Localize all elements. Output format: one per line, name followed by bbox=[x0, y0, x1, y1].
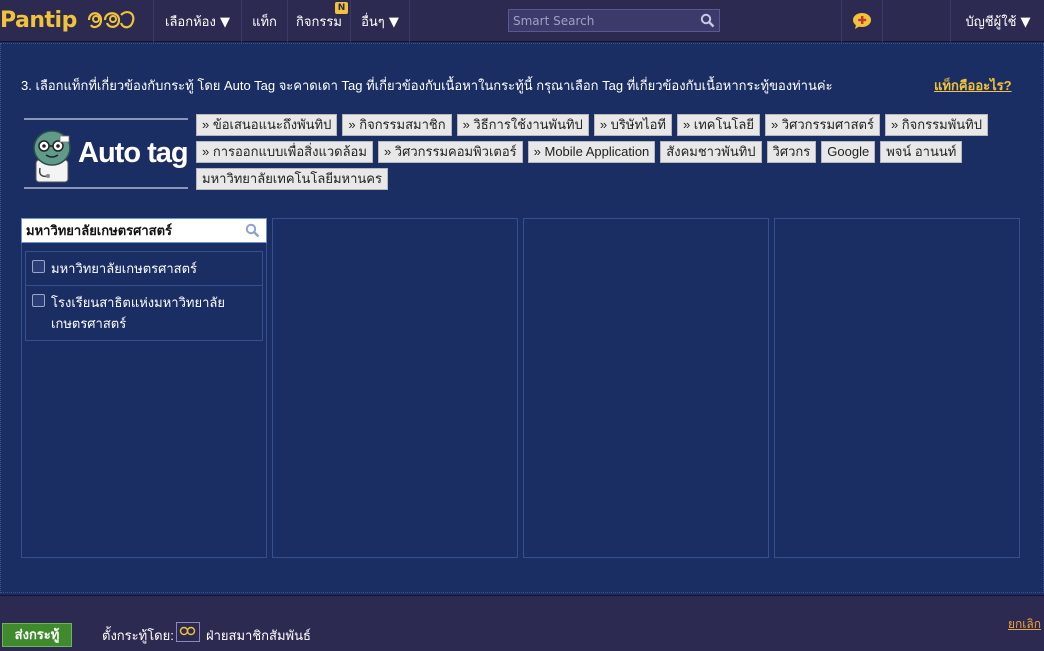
tag-button[interactable]: พจน์ อานนท์ bbox=[880, 141, 963, 163]
tag-search-box[interactable] bbox=[21, 218, 267, 243]
username[interactable]: ฝ่ายสมาชิกสัมพันธ์ bbox=[206, 625, 311, 646]
tag-result-item[interactable]: โรงเรียนสาธิตแห่งมหาวิทยาลัย เกษตรศาสตร์ bbox=[26, 286, 262, 340]
tag-column-3 bbox=[523, 218, 769, 558]
tag-result-item[interactable]: มหาวิทยาลัยเกษตรศาสตร์ bbox=[26, 252, 262, 286]
tag-button[interactable]: วิศวกร bbox=[766, 141, 817, 163]
tag-search-input[interactable] bbox=[22, 219, 238, 242]
doctor-mascot-icon bbox=[33, 129, 71, 182]
nav-select-room[interactable]: เลือกห้อง ▼ bbox=[153, 0, 241, 42]
tag-button[interactable]: » วิศวกรรมคอมพิวเตอร์ bbox=[377, 141, 523, 163]
account-menu-label: บัญชีผู้ใช้ ▼ bbox=[965, 14, 1031, 30]
tag-button[interactable]: » เทคโนโลยี bbox=[676, 114, 760, 136]
nav-select-room-label: เลือกห้อง ▼ bbox=[165, 14, 230, 30]
tag-checkbox[interactable] bbox=[32, 294, 45, 307]
nav-more-label: อื่นๆ ▼ bbox=[361, 14, 399, 30]
search-icon[interactable] bbox=[700, 13, 715, 28]
smart-search[interactable] bbox=[508, 9, 720, 32]
posted-by-label: ตั้งกระทู้โดย: bbox=[102, 628, 174, 643]
new-topic-button[interactable] bbox=[841, 0, 883, 42]
tag-column-4 bbox=[774, 218, 1020, 558]
search-icon[interactable] bbox=[245, 223, 260, 238]
suggested-tags: » ข้อเสนอแนะถึงพันทิป » กิจกรรมสมาชิก » … bbox=[196, 114, 1026, 195]
monkey-logo-icon bbox=[87, 11, 135, 29]
what-is-tag-link[interactable]: แท็กคืออะไร? bbox=[934, 75, 1012, 96]
header-spacer bbox=[883, 0, 951, 42]
tag-checkbox[interactable] bbox=[32, 260, 45, 273]
new-badge: N bbox=[335, 2, 348, 14]
tag-button[interactable]: » กิจกรรมสมาชิก bbox=[342, 114, 452, 136]
tag-button[interactable]: สังคมชาวพันทิป bbox=[660, 141, 762, 163]
tag-button[interactable]: Google bbox=[821, 141, 876, 163]
smart-search-input[interactable] bbox=[509, 10, 694, 31]
account-menu[interactable]: บัญชีผู้ใช้ ▼ bbox=[952, 0, 1044, 42]
cancel-link[interactable]: ยกเลิก bbox=[1008, 615, 1041, 634]
tag-result-label: มหาวิทยาลัยเกษตรศาสตร์ bbox=[51, 261, 198, 276]
submit-topic-button[interactable]: ส่งกระทู้ bbox=[2, 623, 72, 647]
tag-column-2 bbox=[272, 218, 518, 558]
tag-button[interactable]: » กิจกรรมพันทิป bbox=[884, 114, 988, 136]
logo-text: Pantip bbox=[0, 7, 77, 33]
autotag-instruction: 3. เลือกแท็กที่เกี่ยวข้องกับกระทู้ โดย A… bbox=[21, 78, 833, 93]
tag-result-label: โรงเรียนสาธิตแห่งมหาวิทยาลัย เกษตรศาสตร์ bbox=[51, 295, 225, 331]
autotag-logo: Auto tag bbox=[24, 118, 189, 189]
pantip-logo[interactable]: Pantip bbox=[0, 6, 137, 34]
tag-button[interactable]: มหาวิทยาลัยเทคโนโลยีมหานคร bbox=[196, 168, 388, 190]
nav-more[interactable]: อื่นๆ ▼ bbox=[350, 0, 410, 42]
chat-plus-icon bbox=[853, 13, 871, 29]
tag-button[interactable]: » Mobile Application bbox=[527, 141, 656, 163]
tag-button[interactable]: » วิศวกรรมศาสตร์ bbox=[764, 114, 880, 136]
autotag-label: Auto tag bbox=[78, 137, 189, 169]
nav-tags[interactable]: แท็ก bbox=[241, 0, 287, 42]
nav-tags-label: แท็ก bbox=[252, 14, 277, 30]
tag-button[interactable]: » การออกแบบเพื่อสิ่งแวดล้อม bbox=[196, 141, 373, 163]
tag-button[interactable]: » วิธีการใช้งานพันทิป bbox=[456, 114, 589, 136]
tag-button[interactable]: » บริษัทไอที bbox=[593, 114, 672, 136]
tag-button[interactable]: » ข้อเสนอแนะถึงพันทิป bbox=[196, 114, 338, 136]
avatar bbox=[176, 622, 200, 642]
post-footer: ส่งกระทู้ ตั้งกระทู้โดย: ฝ่ายสมาชิกสัมพั… bbox=[0, 595, 1044, 651]
nav-activities[interactable]: กิจกรรม N bbox=[287, 0, 350, 42]
top-navigation-bar: Pantip เลือกห้อง ▼ แท็ก กิจกรรม N อื่นๆ … bbox=[0, 0, 1044, 42]
tag-search-results: มหาวิทยาลัยเกษตรศาสตร์ โรงเรียนสาธิตแห่ง… bbox=[25, 251, 263, 341]
pantip-avatar-icon bbox=[179, 626, 196, 636]
